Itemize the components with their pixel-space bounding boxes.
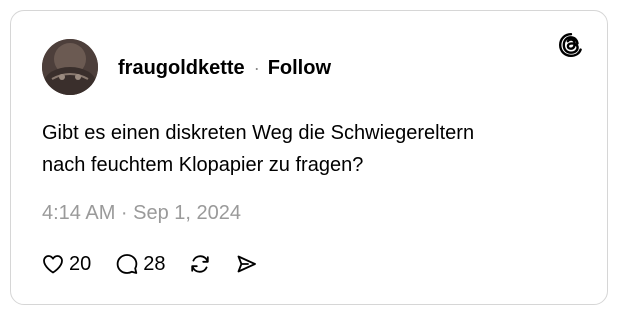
avatar[interactable] (42, 39, 98, 95)
post-text-line-2: nach feuchtem Klopapier zu fragen? (42, 154, 364, 176)
post-header: fraugoldkette · Follow (118, 56, 331, 80)
post-timestamp[interactable]: 4:14 AM · Sep 1, 2024 (42, 201, 241, 225)
post-card: fraugoldkette · Follow Gibt es einen dis… (10, 10, 608, 305)
reply-count: 28 (143, 253, 166, 275)
follow-button[interactable]: Follow (268, 56, 331, 80)
post-text-line-1: Gibt es einen diskreten Weg die Schwiege… (42, 122, 475, 144)
send-icon (234, 252, 258, 276)
like-count: 20 (69, 253, 92, 275)
repost-icon (188, 252, 212, 276)
action-bar: 20 28 (41, 251, 258, 277)
comment-bubble-icon (115, 252, 139, 276)
threads-logo-icon[interactable] (557, 31, 585, 59)
username-link[interactable]: fraugoldkette (118, 56, 245, 80)
heart-icon (41, 252, 65, 276)
reply-button[interactable]: 28 (115, 252, 166, 276)
post-body: Gibt es einen diskreten Weg die Schwiege… (42, 117, 562, 181)
like-button[interactable]: 20 (41, 252, 91, 276)
separator-dot: · (253, 58, 260, 78)
share-button[interactable] (234, 252, 258, 276)
repost-button[interactable] (188, 252, 212, 276)
